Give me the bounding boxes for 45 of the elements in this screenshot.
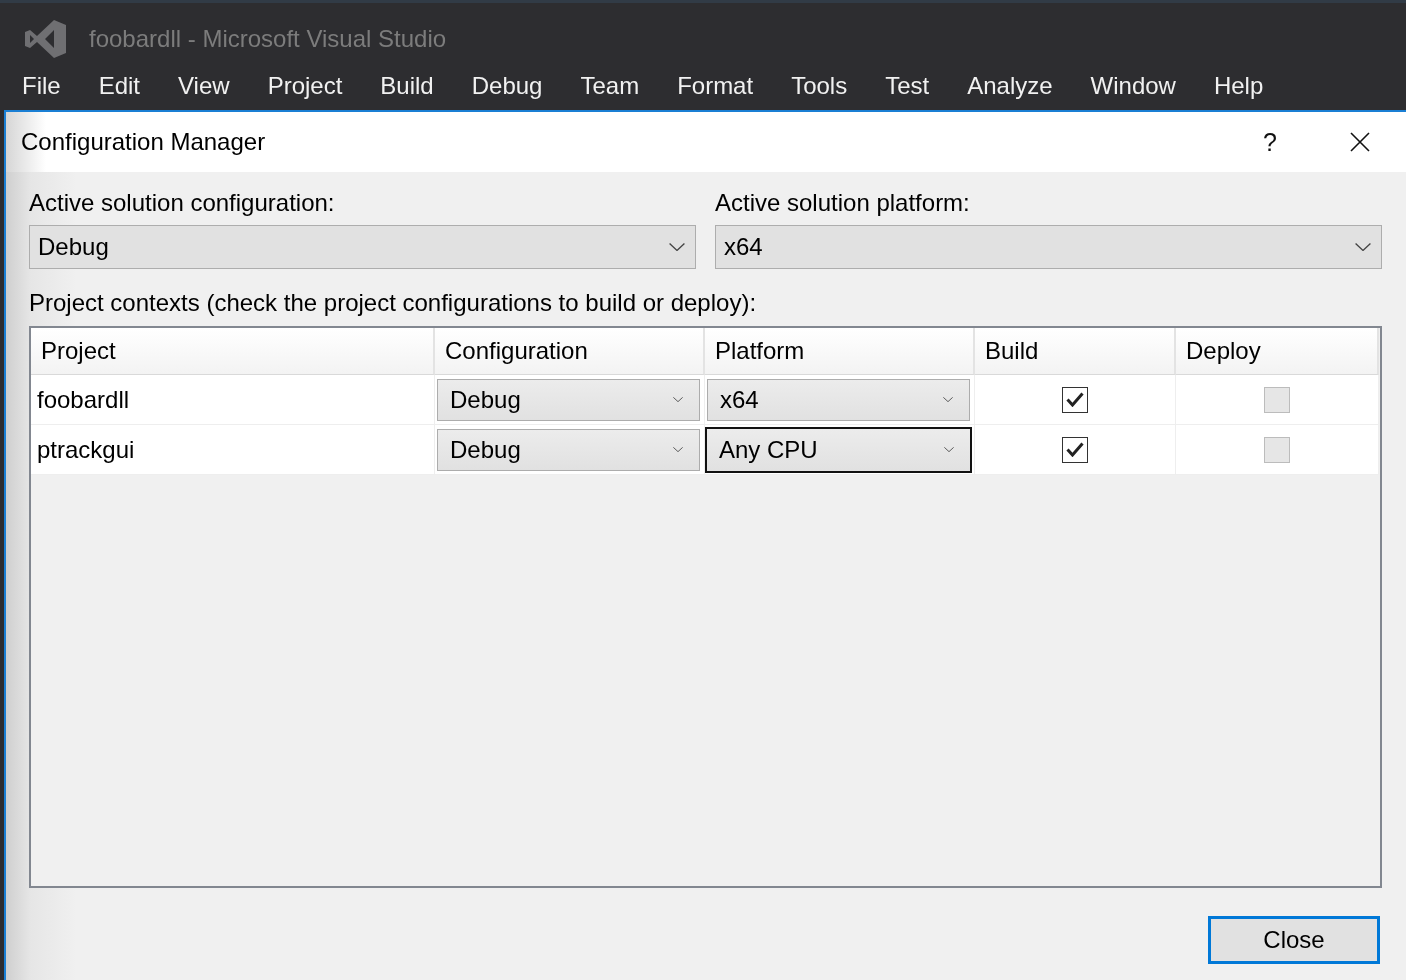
dropdown[interactable]: x64 (707, 378, 970, 421)
chevron-down-icon (943, 397, 953, 402)
menu-item[interactable]: Analyze (959, 68, 1061, 104)
chevron-down-icon (669, 243, 685, 251)
menu-item[interactable]: Help (1205, 68, 1272, 104)
menu-item[interactable]: Window (1082, 68, 1184, 104)
checkbox[interactable] (1062, 386, 1088, 413)
column-header: Build (975, 328, 1176, 375)
menu-item[interactable]: Debug (463, 68, 551, 104)
dropdown[interactable]: Debug (437, 428, 700, 471)
field-label: Active solution platform: (715, 190, 970, 216)
close-button[interactable]: Close (1208, 916, 1380, 964)
chevron-down-icon (944, 447, 954, 452)
dropdown[interactable]: x64 (715, 225, 1382, 269)
close-icon[interactable] (1350, 132, 1370, 152)
column-header: Project (31, 328, 435, 375)
table-cell-text: ptrackgui (36, 435, 135, 464)
chevron-down-icon (1355, 243, 1371, 251)
checkmark-icon (1066, 392, 1084, 407)
dropdown[interactable]: Debug (29, 225, 696, 269)
window-title: foobardll - Microsoft Visual Studio (89, 24, 447, 53)
app-logo (25, 19, 66, 58)
checkbox[interactable] (1062, 436, 1088, 463)
column-header: Deploy (1176, 328, 1379, 375)
menu-item[interactable]: Project (259, 68, 351, 104)
menu-item[interactable]: Edit (90, 68, 149, 104)
field-label: Active solution configuration: (29, 190, 335, 216)
column-header: Platform (705, 328, 975, 375)
chevron-down-icon (673, 397, 683, 402)
chevron-down-icon (673, 447, 683, 452)
table-cell-text: foobardll (36, 385, 130, 414)
dropdown[interactable]: Any CPU (705, 426, 972, 473)
menu-item[interactable]: View (170, 68, 238, 104)
dialog-title: Configuration Manager (21, 128, 266, 156)
menu-item[interactable]: Tools (783, 68, 856, 104)
column-header: Configuration (435, 328, 705, 375)
menu-item[interactable]: Team (572, 68, 648, 104)
dropdown[interactable]: Debug (437, 378, 700, 421)
help-button[interactable]: ? (1259, 128, 1281, 156)
menu-item[interactable]: Build (372, 68, 442, 104)
menu-item[interactable]: File (14, 68, 69, 104)
checkmark-icon (1066, 442, 1084, 457)
section-label: Project contexts (check the project configurations to build or deploy): (29, 290, 757, 316)
menu-item[interactable]: Test (877, 68, 938, 104)
menu-item[interactable]: Format (669, 68, 762, 104)
